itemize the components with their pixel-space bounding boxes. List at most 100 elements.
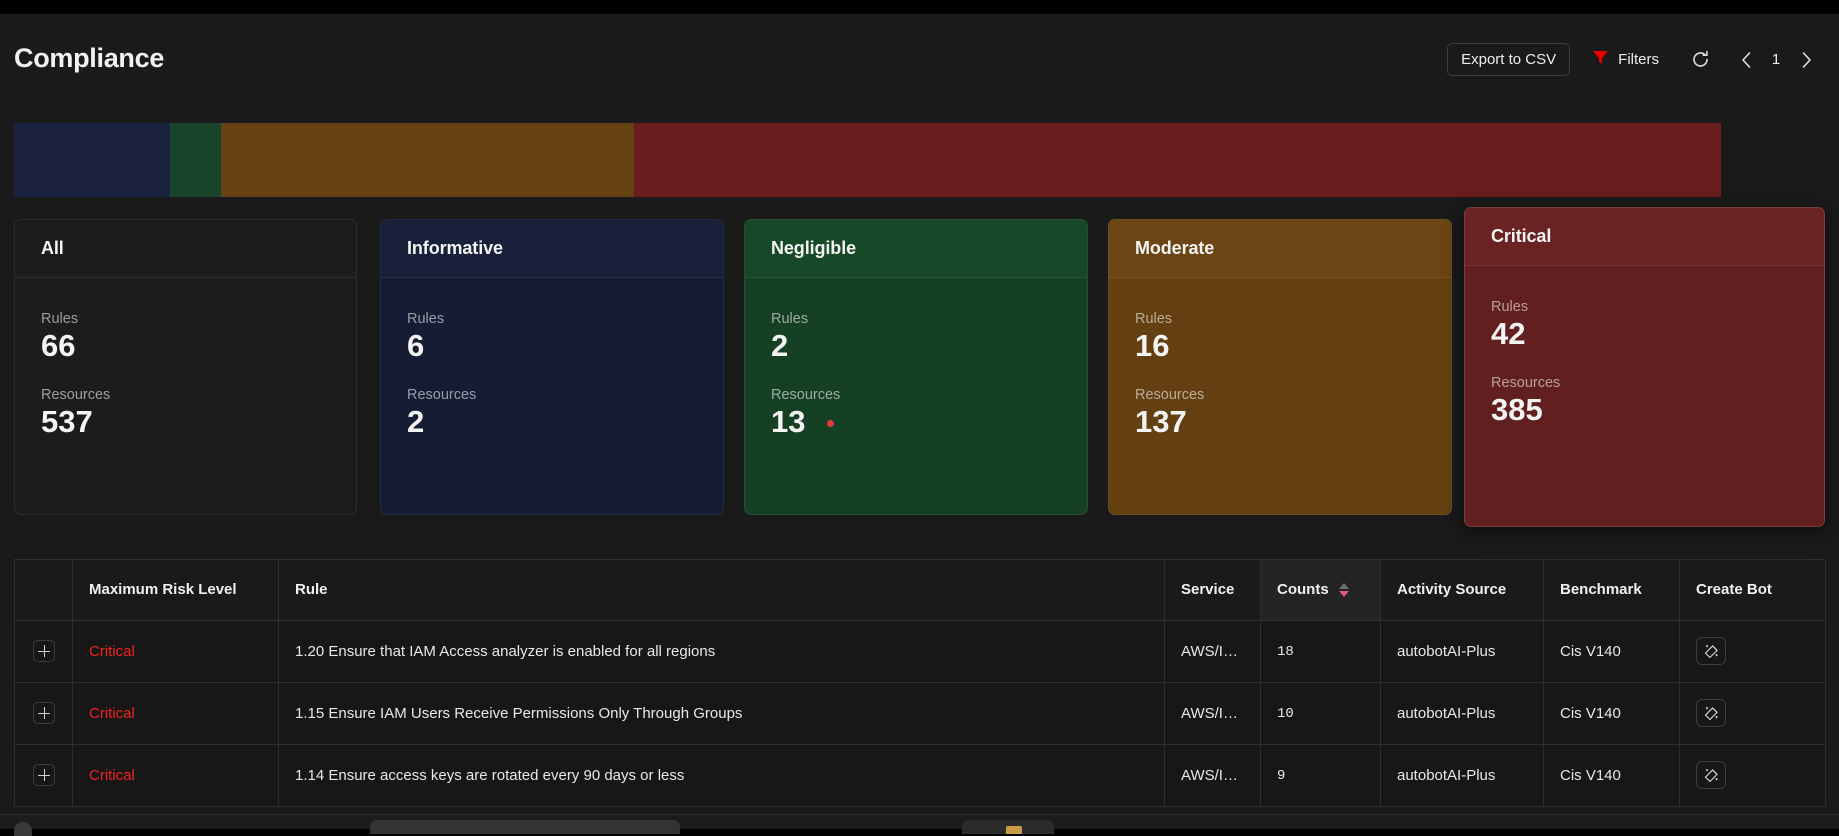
column-header-label: Maximum Risk Level — [89, 581, 237, 599]
table-row[interactable]: Critical 1.15 Ensure IAM Users Receive Pe… — [14, 682, 1826, 745]
next-page-button[interactable] — [1789, 45, 1823, 75]
expand-row-button[interactable] — [32, 702, 55, 724]
table-row[interactable]: Critical 1.20 Ensure that IAM Access anal… — [14, 620, 1826, 683]
expand-cell — [14, 682, 73, 745]
filters-label: Filters — [1618, 51, 1659, 68]
page-number: 1 — [1771, 51, 1781, 68]
rule-cell: 1.15 Ensure IAM Users Receive Permission… — [278, 682, 1165, 745]
risk-level-badge: Critical — [89, 642, 135, 660]
refresh-button[interactable] — [1685, 45, 1715, 75]
card-title: Critical — [1491, 226, 1552, 246]
column-header-label: Create Bot — [1696, 581, 1772, 599]
resources-number: 13 — [771, 403, 806, 439]
window-top-strip — [0, 0, 1839, 14]
column-header-service[interactable]: Service — [1164, 560, 1261, 621]
severity-segment-informative[interactable] — [14, 123, 170, 197]
resources-value: 137 — [1135, 403, 1425, 439]
card-body: Rules 2 Resources 13 — [745, 278, 1087, 438]
create-bot-button[interactable] — [1696, 699, 1726, 727]
column-header-inner: Create Bot — [1696, 581, 1809, 598]
export-to-csv-button[interactable]: Export to CSV — [1447, 43, 1571, 76]
benchmark-cell: Cis V140 — [1543, 620, 1680, 683]
filters-button[interactable]: Filters — [1592, 43, 1659, 76]
column-header-counts[interactable]: Counts — [1260, 560, 1381, 621]
metric-spacer — [1491, 351, 1798, 375]
rule-cell: 1.20 Ensure that IAM Access analyzer is … — [278, 620, 1165, 683]
create-bot-cell — [1679, 620, 1826, 683]
card-title: Negligible — [771, 238, 857, 258]
magic-wand-icon — [1704, 644, 1719, 659]
card-body: Rules 6 Resources 2 — [381, 278, 723, 438]
expand-row-button[interactable] — [32, 764, 55, 786]
severity-segment-moderate[interactable] — [221, 123, 634, 197]
resources-value: 13 — [771, 403, 1061, 439]
maximum-risk-level-cell: Critical — [72, 744, 279, 807]
severity-card-informative[interactable]: Informative Rules 6 Resources 2 — [380, 219, 724, 515]
card-title: Informative — [407, 238, 503, 258]
counts-cell: 18 — [1260, 620, 1381, 683]
rules-value: 6 — [407, 328, 425, 363]
severity-summary-cards: All Rules 66 Resources 537 Informative Rules 6 R… — [0, 204, 1839, 544]
counts-cell: 9 — [1260, 744, 1381, 807]
previous-page-button[interactable] — [1729, 45, 1763, 75]
column-header-label: Activity Source — [1397, 581, 1507, 599]
service-cell: AWS/IAM — [1164, 682, 1261, 745]
dock-search-pill[interactable] — [370, 820, 680, 834]
column-header-rule[interactable]: Rule — [278, 560, 1165, 621]
benchmark-cell: Cis V140 — [1543, 682, 1680, 745]
card-header: Informative — [381, 220, 723, 278]
severity-card-negligible[interactable]: Negligible Rules 2 Resources 13 — [744, 219, 1088, 515]
table-row[interactable]: Critical 1.14 Ensure access keys are rota… — [14, 744, 1826, 807]
metric-spacer — [771, 363, 1061, 387]
create-bot-cell — [1679, 682, 1826, 745]
header-actions: Export to CSV Filters 1 — [1447, 43, 1823, 76]
severity-card-all[interactable]: All Rules 66 Resources 537 — [14, 219, 357, 515]
service-cell: AWS/IAM — [1164, 744, 1261, 807]
page-surface: Compliance Export to CSV Filters 1 All R… — [0, 14, 1839, 814]
table-body: Critical 1.20 Ensure that IAM Access anal… — [14, 620, 1826, 807]
benchmark-cell: Cis V140 — [1543, 744, 1680, 807]
column-header-label: Rule — [295, 581, 328, 599]
column-header-maximum-risk-level[interactable]: Maximum Risk Level — [72, 560, 279, 621]
column-header-benchmark[interactable]: Benchmark — [1543, 560, 1680, 621]
dock-avatar[interactable] — [14, 822, 32, 836]
severity-segment-negligible[interactable] — [170, 123, 221, 197]
column-header-inner: Activity Source — [1397, 581, 1527, 598]
counts-cell: 10 — [1260, 682, 1381, 745]
counts-value: 10 — [1277, 706, 1294, 722]
compliance-table: Maximum Risk Level Rule Service Counts Activ… — [14, 560, 1826, 807]
column-header-activity-source[interactable]: Activity Source — [1380, 560, 1544, 621]
resources-value: 2 — [407, 403, 697, 439]
sort-toggle-icon[interactable] — [1338, 582, 1349, 597]
counts-value: 9 — [1277, 768, 1286, 784]
rule-cell: 1.14 Ensure access keys are rotated ever… — [278, 744, 1165, 807]
dock-app-chip[interactable] — [962, 820, 1054, 834]
expand-row-button[interactable] — [32, 640, 55, 662]
table-header-row: Maximum Risk Level Rule Service Counts Activ… — [14, 560, 1826, 621]
filter-icon — [1592, 50, 1609, 69]
severity-card-critical[interactable]: Critical Rules 42 Resources 385 — [1464, 207, 1825, 527]
metric-spacer — [407, 363, 697, 387]
create-bot-button[interactable] — [1696, 761, 1726, 789]
resources-label: Resources — [41, 386, 111, 403]
card-header: Moderate — [1109, 220, 1451, 278]
metric-spacer — [1135, 363, 1425, 387]
rules-value: 2 — [771, 328, 789, 363]
pagination: 1 — [1729, 45, 1823, 75]
severity-segment-critical[interactable] — [634, 123, 1721, 197]
column-header-inner: Benchmark — [1560, 581, 1663, 598]
rules-label: Rules — [407, 311, 445, 327]
severity-distribution-bar — [14, 123, 1721, 197]
column-header-expand — [14, 560, 73, 621]
create-bot-button[interactable] — [1696, 637, 1726, 665]
resources-label: Resources — [1135, 386, 1205, 403]
resources-number: 137 — [1135, 403, 1187, 439]
resources-number: 2 — [407, 403, 425, 439]
risk-level-badge: Critical — [89, 766, 135, 784]
column-header-create-bot[interactable]: Create Bot — [1679, 560, 1826, 621]
severity-card-moderate[interactable]: Moderate Rules 16 Resources 137 — [1108, 219, 1452, 515]
column-header-label: Service — [1181, 581, 1235, 599]
magic-wand-icon — [1704, 706, 1719, 721]
activity-source-cell: autobotAI-Plus — [1380, 620, 1544, 683]
column-header-inner: Service — [1181, 581, 1244, 598]
